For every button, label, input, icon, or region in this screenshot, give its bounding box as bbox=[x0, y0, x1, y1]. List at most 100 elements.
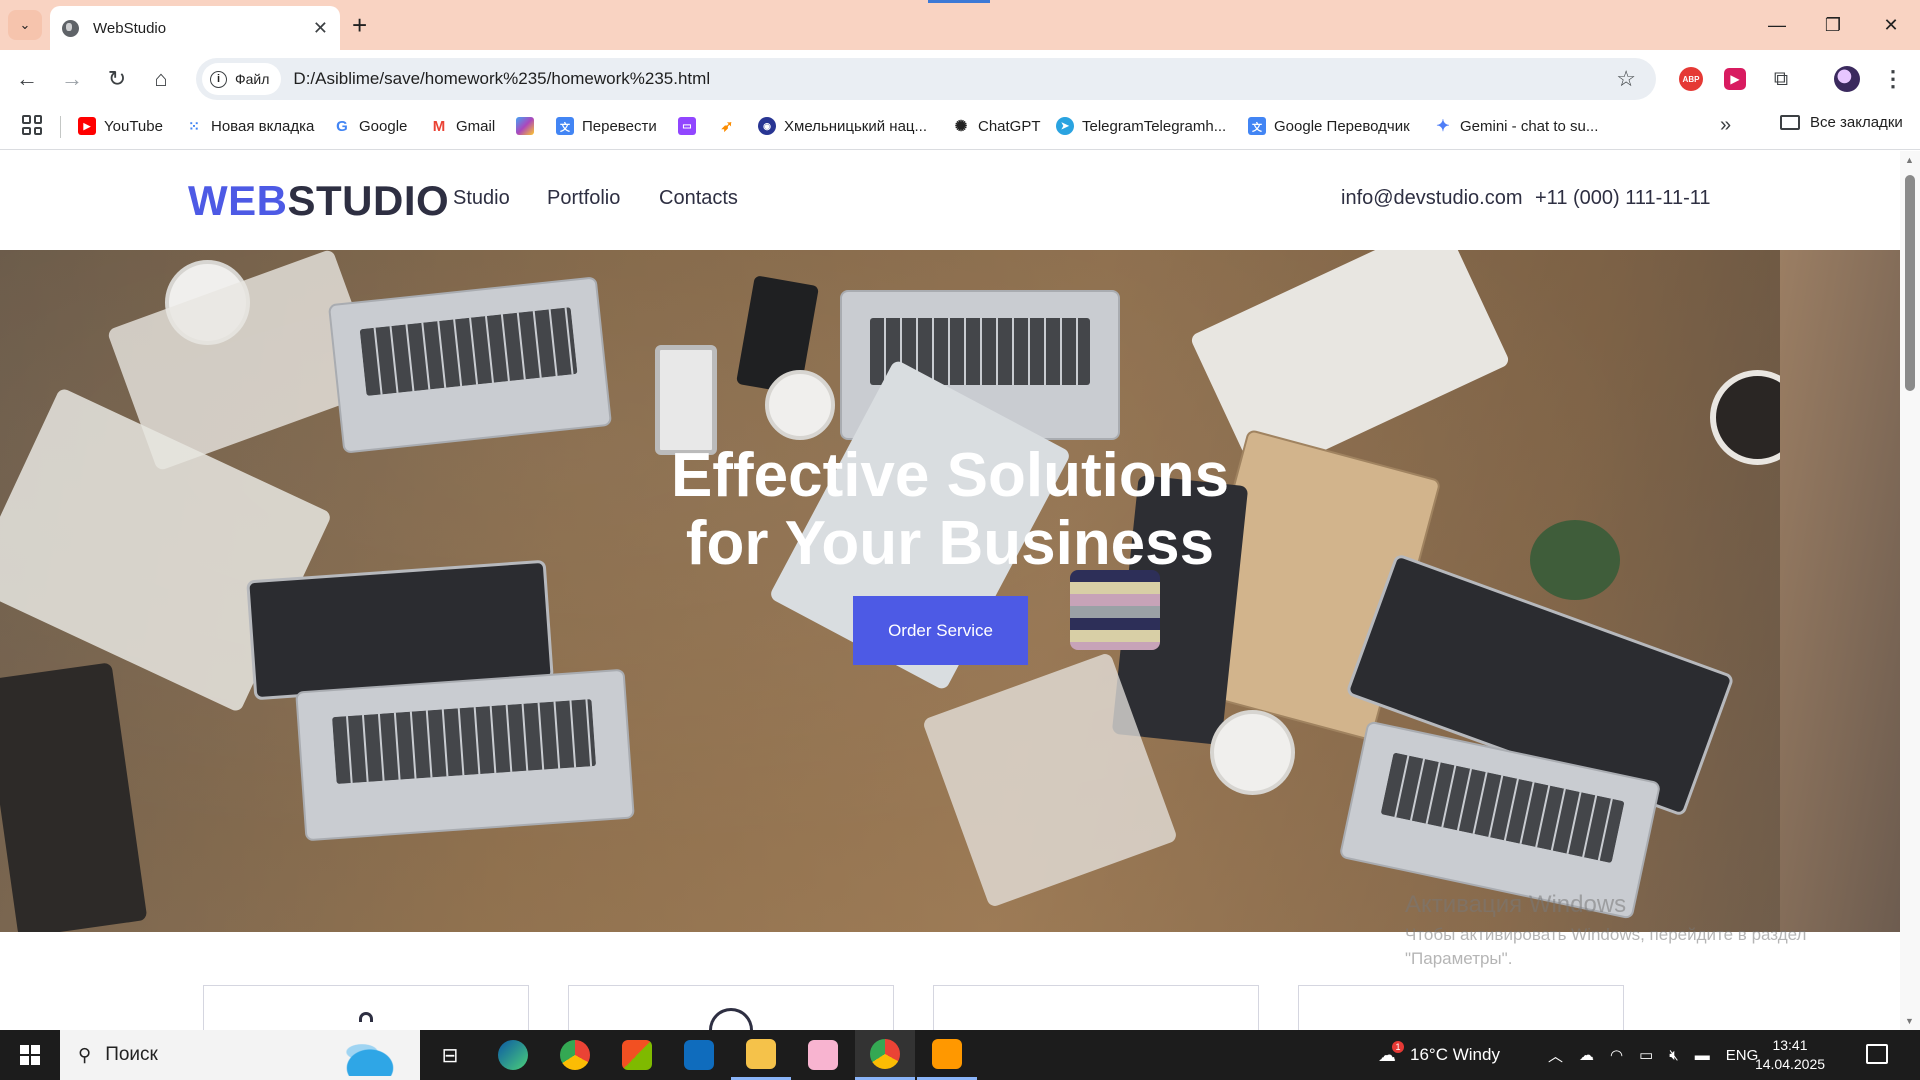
clock-time: 13:41 bbox=[1772, 1037, 1808, 1053]
bookmark-rocket[interactable]: ➶ bbox=[718, 114, 744, 138]
coffee-cup-image bbox=[1210, 710, 1295, 795]
weather-text: 16°C Windy bbox=[1410, 1045, 1500, 1064]
bookmark-new-tab[interactable]: ⁙ Новая вкладка bbox=[185, 114, 314, 138]
adblock-extension-icon[interactable]: ABP bbox=[1676, 64, 1706, 94]
globe-icon bbox=[62, 19, 79, 37]
reload-icon[interactable]: ↻ bbox=[100, 62, 134, 96]
chrome-active-icon[interactable] bbox=[855, 1030, 915, 1080]
new-tab-button[interactable]: + bbox=[352, 10, 367, 40]
taskbar-search[interactable]: ⚲ Поиск bbox=[60, 1030, 420, 1080]
restore-icon[interactable]: ❐ bbox=[1804, 0, 1862, 50]
order-service-button[interactable]: Order Service bbox=[853, 596, 1028, 665]
site-logo[interactable]: WEBSTUDIO bbox=[188, 177, 449, 225]
url-text[interactable]: D:/Asiblime/save/homework%235/homework%2… bbox=[293, 69, 1616, 89]
video-extension-icon[interactable]: ▶ bbox=[1720, 64, 1750, 94]
scroll-down-icon[interactable]: ▼ bbox=[1905, 1016, 1914, 1026]
scroll-up-icon[interactable]: ▲ bbox=[1905, 155, 1914, 165]
bookmark-twitch[interactable]: ▭ bbox=[678, 114, 704, 138]
bookmark-translate[interactable]: 文 Перевести bbox=[556, 114, 657, 138]
bookmark-gmail[interactable]: M Gmail bbox=[430, 114, 495, 138]
bookmark-label: Gmail bbox=[456, 117, 496, 135]
paint-icon[interactable] bbox=[793, 1030, 853, 1080]
site-info-label: Файл bbox=[235, 71, 270, 87]
weather-icon: ☁ 1 bbox=[1378, 1040, 1404, 1066]
hero-title-line2: for Your Business bbox=[685, 509, 1215, 578]
profile-avatar[interactable] bbox=[1832, 64, 1862, 94]
twitch-icon: ▭ bbox=[678, 117, 696, 135]
tab-strip: ⌄ WebStudio ✕ + — ❐ ✕ bbox=[0, 0, 1920, 50]
scroll-thumb[interactable] bbox=[1905, 175, 1915, 391]
cloud-icon[interactable]: ☁ bbox=[1579, 1046, 1594, 1064]
extensions-puzzle-icon[interactable]: ⧉ bbox=[1766, 64, 1796, 94]
address-bar[interactable]: i Файл D:/Asiblime/save/homework%235/hom… bbox=[196, 58, 1656, 100]
clock[interactable]: 13:41 14.04.2025 bbox=[1745, 1036, 1835, 1074]
bookmark-label: Хмельницький нац... bbox=[784, 117, 928, 135]
volume-muted-icon[interactable]: 🔇︎ bbox=[1669, 1047, 1678, 1064]
bookmark-label: YouTube bbox=[104, 117, 163, 135]
hero-title: Effective Solutions for Your Business bbox=[0, 442, 1900, 578]
minimize-icon[interactable]: — bbox=[1748, 0, 1806, 50]
bookmark-gemini[interactable]: ✦ Gemini - chat to su... bbox=[1434, 114, 1598, 138]
apps-dots-icon: ⁙ bbox=[188, 117, 200, 134]
bookmark-chatgpt[interactable]: ✺ ChatGPT bbox=[952, 114, 1041, 138]
bookmark-youtube[interactable]: ▶ YouTube bbox=[78, 114, 163, 138]
search-highlight-image bbox=[330, 1036, 410, 1076]
battery-icon[interactable]: ▬ bbox=[1695, 1047, 1710, 1064]
outlook-icon[interactable] bbox=[669, 1030, 729, 1080]
store-icon[interactable] bbox=[607, 1030, 667, 1080]
page-viewport: WEBSTUDIO Studio Portfolio Contacts info… bbox=[0, 151, 1900, 1030]
folders-image bbox=[1070, 570, 1160, 650]
laptop-image bbox=[295, 668, 635, 842]
notebook-image bbox=[0, 662, 148, 932]
close-tab-icon[interactable]: ✕ bbox=[313, 18, 328, 39]
nav-link-studio[interactable]: Studio bbox=[453, 187, 510, 210]
notifications-icon[interactable] bbox=[1866, 1044, 1888, 1064]
translate-icon: 文 bbox=[1248, 117, 1266, 135]
browser-toolbar: ← → ↻ ⌂ i Файл D:/Asiblime/save/homework… bbox=[0, 50, 1920, 108]
search-placeholder: Поиск bbox=[105, 1044, 158, 1065]
home-icon[interactable]: ⌂ bbox=[144, 62, 178, 96]
nav-link-portfolio[interactable]: Portfolio bbox=[547, 187, 620, 210]
menu-kebab-icon[interactable]: ⋮ bbox=[1878, 64, 1908, 94]
weather-widget[interactable]: ☁ 1 16°C Windy bbox=[1378, 1030, 1500, 1080]
bookmark-color-app[interactable] bbox=[516, 114, 542, 138]
start-button[interactable] bbox=[0, 1030, 60, 1080]
telegram-icon: ➤ bbox=[1056, 117, 1074, 135]
tab-webstudio[interactable]: WebStudio ✕ bbox=[50, 6, 340, 50]
system-tray: ︿ ☁ ◠ ▭ 🔇︎ ▬ ENG bbox=[1548, 1030, 1758, 1080]
site-info-chip[interactable]: i Файл bbox=[202, 63, 282, 95]
bookmark-google[interactable]: G Google bbox=[333, 114, 407, 138]
bookmark-telegram[interactable]: ➤ TelegramTelegramh... bbox=[1056, 114, 1226, 138]
youtube-icon: ▶ bbox=[78, 117, 96, 135]
all-bookmarks-button[interactable]: Все закладки bbox=[1780, 114, 1903, 131]
monitor-icon[interactable]: ▭ bbox=[1639, 1046, 1653, 1064]
bookmark-label: Перевести bbox=[582, 117, 657, 135]
file-explorer-icon[interactable] bbox=[731, 1030, 791, 1080]
wifi-icon[interactable]: ◠ bbox=[1610, 1046, 1623, 1064]
back-icon[interactable]: ← bbox=[10, 62, 44, 96]
bookmark-label: TelegramTelegramh... bbox=[1082, 117, 1227, 135]
nav-link-contacts[interactable]: Contacts bbox=[659, 187, 738, 210]
tab-title: WebStudio bbox=[93, 19, 167, 37]
chrome-icon[interactable] bbox=[545, 1030, 605, 1080]
bookmark-google-translate[interactable]: 文 Google Переводчик bbox=[1248, 114, 1410, 138]
edge-icon[interactable] bbox=[483, 1030, 543, 1080]
close-window-icon[interactable]: ✕ bbox=[1862, 0, 1920, 50]
forward-icon[interactable]: → bbox=[55, 62, 89, 96]
sublime-text-icon[interactable] bbox=[917, 1030, 977, 1080]
feature-icon bbox=[359, 1012, 373, 1022]
bookmark-star-icon[interactable]: ☆ bbox=[1616, 66, 1636, 92]
color-app-icon bbox=[516, 117, 534, 135]
contact-email[interactable]: info@devstudio.com bbox=[1341, 187, 1523, 210]
page-scrollbar[interactable]: ▲ ▼ bbox=[1900, 151, 1920, 1030]
tab-search-chevron-icon[interactable]: ⌄ bbox=[8, 10, 42, 40]
feature-card bbox=[933, 985, 1259, 1030]
bookmark-university[interactable]: ◉ Хмельницький нац... bbox=[758, 114, 927, 138]
weather-badge: 1 bbox=[1392, 1040, 1404, 1053]
chevron-up-icon[interactable]: ︿ bbox=[1548, 1045, 1563, 1066]
task-view-icon[interactable]: ⊟ bbox=[420, 1030, 480, 1080]
apps-grid-icon[interactable] bbox=[22, 115, 42, 135]
more-bookmarks-icon[interactable]: » bbox=[1720, 114, 1731, 137]
contact-phone[interactable]: +11 (000) 111-11-11 bbox=[1535, 187, 1711, 210]
hero-image-repeat bbox=[1780, 250, 1900, 932]
